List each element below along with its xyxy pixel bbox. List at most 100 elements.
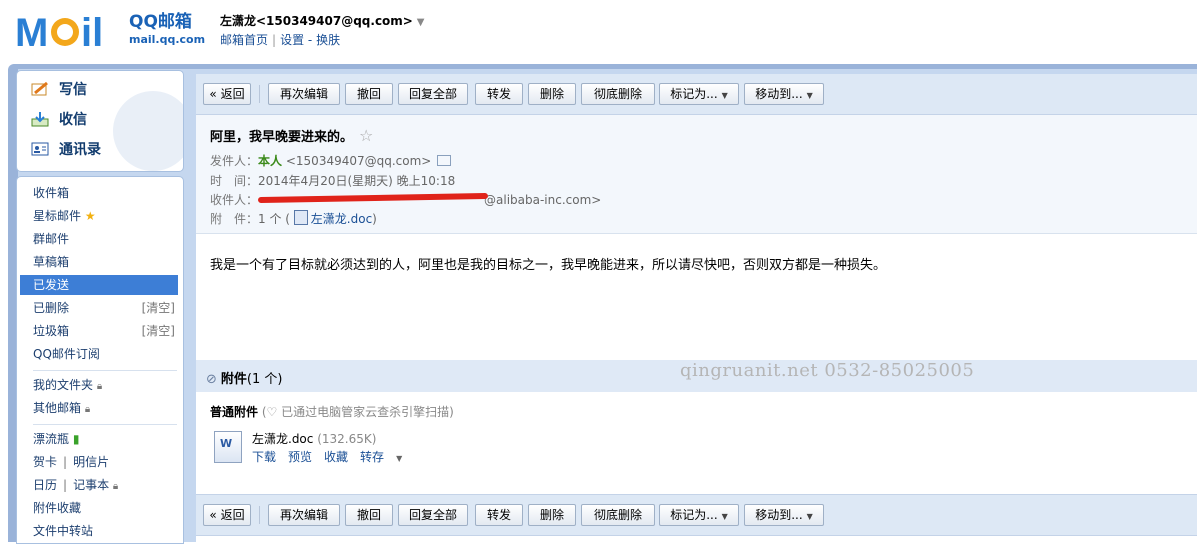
clear-deleted-link[interactable]: [清空] — [142, 298, 175, 318]
collect-link[interactable]: 收藏 — [324, 450, 348, 464]
link-dash: - — [307, 33, 313, 47]
delete-forever-button[interactable]: 彻底删除 — [581, 504, 655, 526]
folder-other-mail[interactable]: 其他邮箱 🔒︎ — [33, 398, 173, 418]
folder-spam[interactable]: 垃圾箱 [清空] — [33, 321, 175, 341]
reply-all-button[interactable]: 回复全部 — [398, 83, 468, 105]
settings-link[interactable]: 设置 — [280, 33, 304, 47]
contacts-button[interactable]: 通讯录 — [31, 139, 101, 161]
postcard-link[interactable]: 明信片 — [73, 455, 109, 469]
chevron-down-icon: ▼ — [806, 512, 813, 521]
word-doc-icon — [293, 210, 308, 225]
brand: QQ邮箱 mail.qq.com — [129, 12, 205, 48]
receive-label: 收信 — [59, 112, 87, 128]
attachment-file-name[interactable]: 左潇龙.doc — [252, 432, 313, 446]
recipient-address: @alibaba-inc.com> — [484, 193, 602, 207]
folder-spam-label: 垃圾箱 — [33, 324, 70, 338]
sender-name[interactable]: 本人 — [258, 154, 282, 168]
qq-penguin-watermark-icon — [113, 91, 183, 171]
mail-subject: 阿里，我早晚要进来的。 ☆ — [210, 126, 374, 145]
svg-text:M: M — [15, 11, 48, 52]
user-links: 邮箱首页 | 设置 - 换肤 — [220, 33, 341, 47]
recall-button[interactable]: 撤回 — [345, 83, 393, 105]
bottle-label: 漂流瓶 — [33, 432, 70, 446]
receive-button[interactable]: 收信 — [31, 109, 87, 131]
sent-time: 2014年4月20日(星期天) 晚上10:18 — [258, 174, 456, 188]
forward-button[interactable]: 转发 — [475, 83, 523, 105]
folder-nav: 收件箱 星标邮件 ★ 群邮件 草稿箱 已发送 已删除 [清空] 垃圾箱 [清空] Q… — [16, 176, 184, 544]
save-dropdown[interactable]: 转存 ▼ — [360, 450, 414, 464]
reply-all-button[interactable]: 回复全部 — [398, 504, 468, 526]
folder-starred[interactable]: 星标邮件 ★ — [33, 206, 173, 226]
paperclip-icon: ⊘ — [206, 372, 217, 387]
delete-button[interactable]: 删除 — [528, 83, 576, 105]
folder-subscribe[interactable]: QQ邮件订阅 — [33, 344, 173, 364]
calendar-link[interactable]: 日历 — [33, 478, 57, 492]
lock-icon: 🔒︎ — [96, 381, 103, 392]
clear-spam-link[interactable]: [清空] — [142, 321, 175, 341]
move-to-dropdown[interactable]: 移动到... ▼ — [744, 504, 824, 526]
lock-icon: 🔒︎ — [84, 404, 91, 415]
from-row: 发件人：本人 <150349407@qq.com> — [210, 152, 452, 169]
forward-button[interactable]: 转发 — [475, 504, 523, 526]
bottle-icon: ▮ — [72, 432, 80, 446]
folder-deleted[interactable]: 已删除 [清空] — [33, 298, 175, 318]
account-dropdown-icon[interactable]: ▼ — [417, 17, 425, 28]
back-button[interactable]: « 返回 — [203, 504, 251, 526]
card-link[interactable]: 贺卡 — [33, 455, 57, 469]
attachments-panel: 普通附件 (♡ 已通过电脑管家云查杀引擎扫描) 左潇龙.doc (132.65K… — [196, 392, 1197, 492]
compose-button[interactable]: 写信 — [31, 79, 87, 101]
compose-label: 写信 — [59, 82, 87, 98]
attachment-link[interactable]: 左潇龙.doc — [311, 212, 372, 226]
folder-group[interactable]: 群邮件 — [33, 229, 173, 249]
svg-text:il: il — [81, 11, 103, 52]
toolbar-top: « 返回 再次编辑 撤回 回复全部 转发 删除 彻底删除 标记为... ▼ 移动到… — [196, 74, 1197, 115]
attachment-kind: 普通附件 — [210, 405, 259, 419]
mark-as-dropdown[interactable]: 标记为... ▼ — [659, 83, 739, 105]
word-file-icon[interactable] — [214, 431, 242, 463]
attachment-file-size: (132.65K) — [317, 432, 377, 446]
time-row: 时 间：2014年4月20日(星期天) 晚上10:18 — [210, 174, 456, 188]
contacts-card-icon — [31, 141, 49, 157]
folder-starred-label: 星标邮件 — [33, 209, 82, 223]
qq-mail-logo[interactable]: M il — [15, 10, 125, 52]
notes-link[interactable]: 记事本 — [73, 478, 109, 492]
chevron-down-icon: ▼ — [721, 512, 728, 521]
folder-bottle[interactable]: 漂流瓶 ▮ — [33, 429, 173, 449]
brand-url: mail.qq.com — [129, 33, 206, 46]
folder-sent[interactable]: 已发送 — [20, 275, 178, 295]
header: M il QQ邮箱 mail.qq.com 左潇龙<150349407@qq.c… — [0, 0, 1197, 64]
chevron-down-icon: ▼ — [806, 91, 813, 100]
sender-address: <150349407@qq.com> — [285, 154, 432, 168]
move-to-dropdown[interactable]: 移动到... ▼ — [744, 83, 824, 105]
preview-link[interactable]: 预览 — [288, 450, 312, 464]
skin-link[interactable]: 换肤 — [316, 33, 340, 47]
scan-note: (♡ 已通过电脑管家云查杀引擎扫描) — [261, 405, 454, 419]
site-watermark: qingruanit.net 0532-85025005 — [680, 360, 975, 381]
reedit-button[interactable]: 再次编辑 — [268, 504, 340, 526]
user-account[interactable]: 左潇龙<150349407@qq.com> ▼ — [220, 12, 424, 29]
folder-inbox[interactable]: 收件箱 — [33, 183, 173, 203]
back-button[interactable]: « 返回 — [203, 83, 251, 105]
attachment-actions: 下载 预览 收藏 转存 ▼ — [252, 448, 426, 465]
divider — [33, 370, 177, 371]
folder-deleted-label: 已删除 — [33, 301, 70, 315]
user-display[interactable]: 左潇龙<150349407@qq.com> — [220, 14, 413, 28]
file-transfer-link[interactable]: 文件中转站 — [33, 521, 173, 541]
recall-button[interactable]: 撤回 — [345, 504, 393, 526]
mail-home-link[interactable]: 邮箱首页 — [220, 33, 268, 47]
attachment-row: 附 件：1 个 ( 左潇龙.doc) — [210, 210, 377, 226]
folder-my-folders[interactable]: 我的文件夹 🔒︎ — [33, 375, 173, 395]
divider — [33, 424, 177, 425]
reedit-button[interactable]: 再次编辑 — [268, 83, 340, 105]
attach-fav-link[interactable]: 附件收藏 — [33, 498, 173, 518]
mail-header: 阿里，我早晚要进来的。 ☆ 发件人：本人 <150349407@qq.com> 时… — [196, 115, 1197, 234]
mark-as-dropdown[interactable]: 标记为... ▼ — [659, 504, 739, 526]
inbox-download-icon — [31, 111, 49, 127]
delete-button[interactable]: 删除 — [528, 504, 576, 526]
download-link[interactable]: 下载 — [252, 450, 276, 464]
calendar-row: 日历 | 记事本 🔒︎ — [33, 478, 119, 492]
folder-drafts[interactable]: 草稿箱 — [33, 252, 173, 272]
contact-card-icon[interactable] — [437, 155, 452, 166]
star-outline-icon[interactable]: ☆ — [359, 126, 373, 145]
delete-forever-button[interactable]: 彻底删除 — [581, 83, 655, 105]
